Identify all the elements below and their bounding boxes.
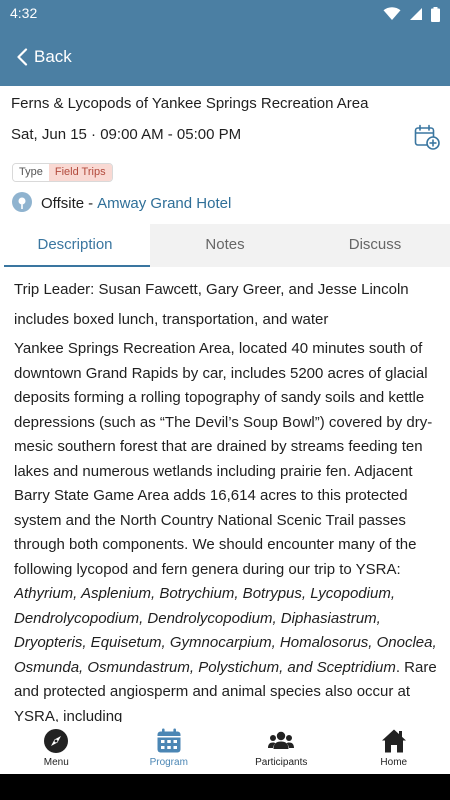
status-time: 4:32 (10, 5, 38, 21)
add-to-calendar-icon[interactable] (414, 124, 440, 150)
chevron-left-icon (17, 48, 28, 66)
battery-icon (431, 6, 440, 22)
nav-menu-label: Menu (43, 757, 69, 768)
nav-menu[interactable]: Menu (0, 722, 113, 774)
signal-icon (410, 8, 422, 20)
trip-leader-text: Trip Leader: Susan Fawcett, Gary Greer, … (14, 281, 409, 298)
description-content: Trip Leader: Susan Fawcett, Gary Greer, … (14, 278, 438, 722)
status-icons (383, 6, 440, 22)
status-bar: 4:32 (0, 0, 450, 28)
tab-description[interactable]: Description (0, 224, 150, 267)
location-row: Offsite - Amway Grand Hotel (11, 191, 231, 215)
nav-participants[interactable]: Participants (225, 722, 338, 774)
genera-list: Athyrium, Asplenium, Botrychium, Botrypu… (14, 585, 437, 676)
back-label: Back (34, 47, 72, 66)
event-detail-screen: 4:32 Back Ferns & Lycopods of Yankee Spr… (0, 0, 450, 774)
people-icon (268, 731, 295, 749)
tab-notes[interactable]: Notes (150, 224, 300, 267)
type-value: Field Trips (48, 164, 112, 181)
nav-home[interactable]: Home (338, 722, 450, 774)
event-date: Sat, Jun 15 · 09:00 AM - 05:00 PM (11, 126, 242, 143)
calendar-icon (157, 728, 181, 753)
location-kind: Offsite (41, 194, 85, 212)
location-separator: - (88, 194, 94, 212)
description-intro: Yankee Springs Recreation Area, located … (14, 340, 433, 578)
event-title: Ferns & Lycopods of Yankee Springs Recre… (11, 95, 369, 112)
nav-program-label: Program (149, 757, 188, 768)
back-button[interactable]: Back (16, 42, 72, 72)
system-navigation-bar (0, 774, 450, 800)
nav-participants-label: Participants (255, 757, 308, 768)
type-label: Type (13, 164, 49, 181)
home-icon (381, 729, 406, 753)
includes-text: includes boxed lunch, transportation, an… (14, 310, 329, 328)
tab-discuss[interactable]: Discuss (300, 224, 450, 267)
event-type-tag: Type Field Trips (12, 163, 113, 182)
detail-tabs: Description Notes Discuss (0, 224, 450, 267)
location-link[interactable]: Amway Grand Hotel (97, 195, 231, 212)
bottom-nav: Menu Program Participants Home (0, 722, 450, 774)
location-pin-icon (12, 192, 32, 212)
description-paragraph: Yankee Springs Recreation Area, located … (14, 337, 438, 722)
nav-program[interactable]: Program (113, 722, 226, 774)
app-bar: Back (0, 28, 450, 86)
wifi-icon (383, 7, 401, 20)
nav-home-label: Home (380, 757, 408, 768)
compass-icon (44, 729, 69, 753)
